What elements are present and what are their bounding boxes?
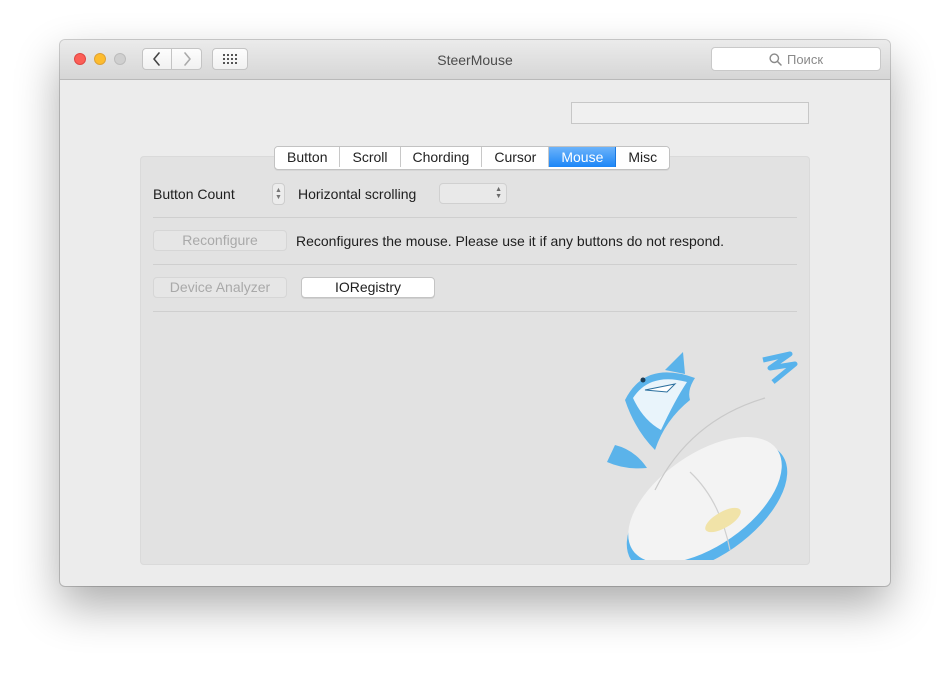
tab-misc[interactable]: Misc: [616, 147, 670, 167]
tab-bar: Button Scroll Chording Cursor Mouse Misc: [274, 146, 671, 170]
device-analyzer-button[interactable]: Device Analyzer: [153, 277, 287, 298]
popup-arrows-icon: ▲ ▼: [495, 186, 502, 200]
tab-cursor[interactable]: Cursor: [482, 147, 550, 167]
stepper-up-icon: ▲: [275, 187, 282, 194]
steermouse-logo: [607, 351, 798, 560]
magnifier-icon: [769, 52, 782, 66]
separator: [153, 217, 797, 218]
stepper-down-icon: ▼: [275, 194, 282, 201]
horizontal-scrolling-label: Horizontal scrolling: [298, 186, 417, 202]
ioregistry-button[interactable]: IORegistry: [301, 277, 435, 298]
tab-chording[interactable]: Chording: [400, 147, 483, 167]
tab-scroll[interactable]: Scroll: [340, 147, 401, 167]
device-name-field[interactable]: [571, 102, 809, 124]
search-field[interactable]: Поиск: [711, 47, 881, 71]
button-count-label: Button Count: [153, 186, 235, 202]
tab-button[interactable]: Button: [275, 147, 341, 167]
preferences-window: SteerMouse Поиск Button Scroll Chording …: [60, 40, 890, 586]
separator: [153, 311, 797, 312]
reconfigure-description: Reconfigures the mouse. Please use it if…: [296, 233, 725, 249]
search-placeholder: Поиск: [786, 51, 824, 67]
button-count-stepper[interactable]: ▲ ▼: [272, 183, 285, 205]
tab-mouse[interactable]: Mouse: [549, 147, 617, 167]
horizontal-scrolling-popup[interactable]: ▲ ▼: [439, 183, 507, 204]
separator: [153, 264, 797, 265]
reconfigure-button[interactable]: Reconfigure: [153, 230, 287, 251]
title-bar: SteerMouse Поиск: [60, 40, 890, 80]
